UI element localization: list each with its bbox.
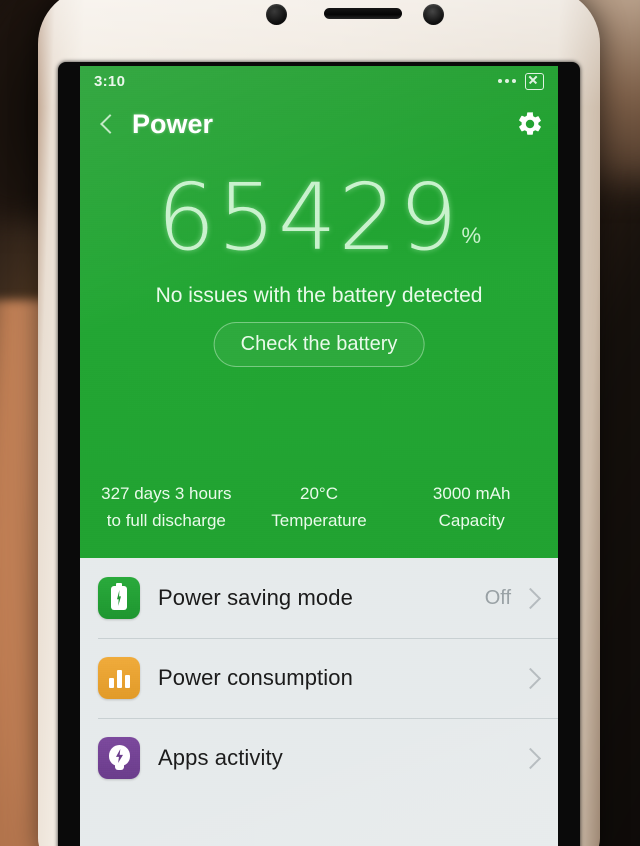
stat-temperature-label: Temperature	[271, 510, 367, 530]
phone-screen: 3:10 Power 65429% No issues with the bat…	[80, 66, 558, 846]
list-item-label: Power consumption	[158, 665, 353, 690]
battery-summary-panel: 3:10 Power 65429% No issues with the bat…	[80, 66, 558, 558]
page-title: Power	[132, 108, 214, 139]
bulb-bolt-icon	[98, 737, 140, 779]
status-bar-icons	[498, 72, 544, 90]
stat-discharge: 327 days 3 hours to full discharge	[90, 481, 243, 534]
stat-temperature: 20°C Temperature	[243, 481, 396, 534]
earpiece-speaker	[324, 8, 402, 19]
battery-status-text: No issues with the battery detected	[155, 284, 483, 307]
back-chevron-icon[interactable]	[94, 111, 120, 137]
title-bar: Power	[80, 96, 558, 152]
battery-stats-row: 327 days 3 hours to full discharge 20°C …	[80, 481, 558, 534]
battery-level-value: 65429	[156, 164, 460, 271]
stat-capacity-label: Capacity	[438, 510, 505, 530]
list-item-trailing	[511, 667, 544, 689]
list-item-power-consumption[interactable]: Power consumption	[80, 638, 558, 718]
gear-icon[interactable]	[516, 110, 544, 138]
stat-discharge-label: to full discharge	[106, 510, 226, 530]
stat-capacity: 3000 mAh Capacity	[395, 481, 548, 534]
list-item-label: Power saving mode	[158, 585, 353, 610]
bar-chart-icon	[98, 657, 140, 699]
stat-discharge-value: 327 days 3 hours	[101, 484, 232, 504]
battery-percent-sign: %	[461, 223, 482, 248]
stat-capacity-value: 3000 mAh	[432, 484, 511, 504]
battery-bolt-icon	[98, 577, 140, 619]
list-item-power-saving-mode[interactable]: Power saving mode Off	[80, 558, 558, 638]
status-bar: 3:10	[80, 66, 558, 96]
phone-body: 3:10 Power 65429% No issues with the bat…	[38, 0, 600, 846]
screen-bezel: 3:10 Power 65429% No issues with the bat…	[58, 62, 580, 846]
chevron-right-icon	[519, 587, 542, 609]
list-item-label: Apps activity	[158, 745, 283, 770]
chevron-right-icon	[519, 667, 542, 689]
stat-temperature-value: 20°C	[300, 484, 338, 504]
battery-level-display: 65429%	[80, 172, 558, 264]
status-bar-clock: 3:10	[94, 72, 126, 90]
list-item-apps-activity[interactable]: Apps activity	[80, 718, 558, 798]
more-dots-icon	[498, 79, 516, 83]
front-camera-icon	[423, 4, 444, 25]
proximity-sensor-icon	[266, 4, 287, 25]
list-item-trailing	[511, 747, 544, 769]
list-item-trailing: Off	[485, 587, 544, 610]
chevron-right-icon	[519, 747, 542, 769]
settings-list: Power saving mode Off Power consumption	[80, 558, 558, 846]
check-battery-button[interactable]: Check the battery	[213, 322, 425, 367]
status-badge: Off	[484, 586, 511, 609]
photo-scene: 3:10 Power 65429% No issues with the bat…	[0, 0, 640, 846]
no-sim-icon	[525, 72, 544, 90]
